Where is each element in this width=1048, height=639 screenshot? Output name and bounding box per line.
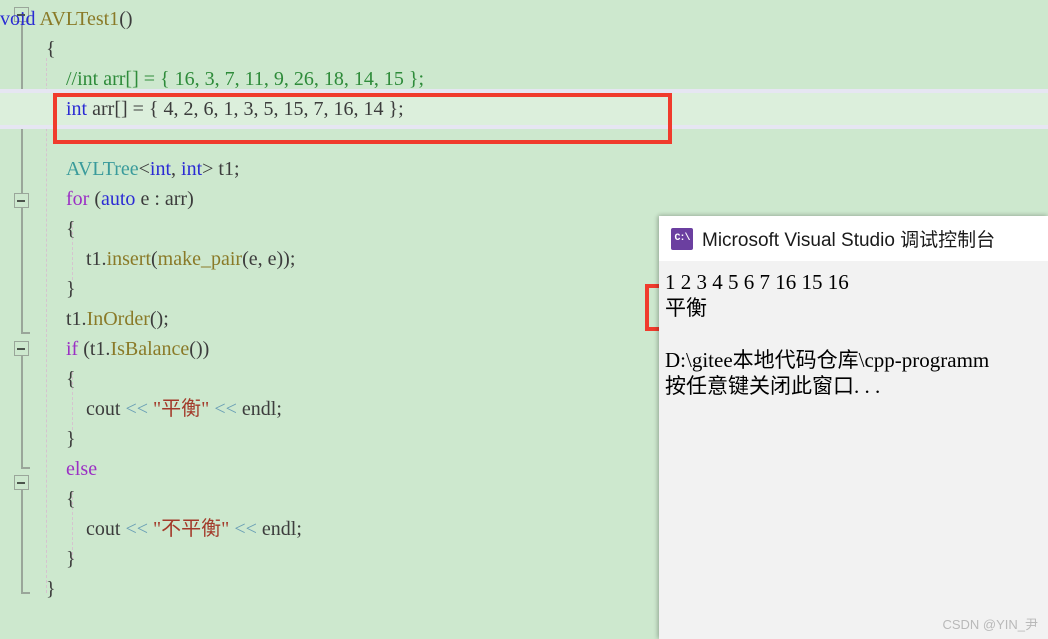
code-token: ()): [189, 338, 210, 360]
code-line[interactable]: //int arr[] = { 16, 3, 7, 11, 9, 26, 18,…: [0, 64, 1048, 94]
code-token: insert: [106, 248, 151, 270]
code-token: (e, e));: [242, 248, 296, 270]
code-line[interactable]: void AVLTest1(): [0, 4, 1048, 34]
code-token: t1.: [66, 308, 87, 330]
code-token: }: [66, 548, 76, 570]
code-token: <<: [125, 398, 148, 420]
code-token: (: [89, 188, 101, 210]
code-line[interactable]: AVLTree<int, int> t1;: [0, 154, 1048, 184]
code-token: > t1;: [202, 158, 240, 180]
code-token: {: [66, 368, 76, 390]
code-token: InOrder: [86, 308, 150, 330]
code-token: for: [66, 188, 90, 210]
code-token: (: [151, 248, 158, 270]
code-token: int: [66, 98, 88, 120]
code-token: <<: [214, 398, 237, 420]
code-token: if: [66, 338, 79, 360]
code-token: make_pair: [157, 248, 243, 270]
console-window[interactable]: C:\ Microsoft Visual Studio 调试控制台 1 2 3 …: [659, 216, 1048, 639]
code-token: {: [46, 38, 56, 60]
console-output[interactable]: 1 2 3 4 5 6 7 16 15 16 平衡 D:\gitee本地代码仓库\c…: [659, 261, 1048, 639]
code-token: "平衡": [148, 398, 215, 420]
code-token: <: [138, 158, 150, 180]
console-line: 按任意键关闭此窗口. . .: [665, 374, 881, 398]
code-token: else: [66, 458, 98, 480]
code-token: AVLTree: [66, 158, 139, 180]
code-token: ,: [171, 158, 182, 180]
code-token: endl;: [236, 398, 282, 420]
code-token: IsBalance: [110, 338, 190, 360]
code-token: (): [119, 8, 133, 30]
code-token: }: [46, 578, 56, 600]
watermark: CSDN @YIN_尹: [942, 617, 1038, 632]
code-token: //int arr[] = { 16, 3, 7, 11, 9, 26, 18,…: [66, 68, 425, 90]
code-token: <<: [125, 518, 148, 540]
code-token: (t1.: [78, 338, 111, 360]
code-token: AVLTest1: [39, 8, 120, 30]
code-token: cout: [86, 518, 126, 540]
code-line[interactable]: int arr[] = { 4, 2, 6, 1, 3, 5, 15, 7, 1…: [0, 94, 1048, 124]
code-token: }: [66, 278, 76, 300]
code-token: <<: [234, 518, 257, 540]
console-line: 1 2 3 4 5 6 7 16 15 16: [665, 270, 849, 294]
code-token: void: [0, 8, 40, 30]
code-line[interactable]: [0, 124, 1048, 154]
code-token: {: [66, 218, 76, 240]
code-line[interactable]: {: [0, 34, 1048, 64]
code-token: int: [181, 158, 203, 180]
code-token: int: [149, 158, 172, 180]
code-token: auto: [101, 188, 136, 210]
code-line[interactable]: for (auto e : arr): [0, 184, 1048, 214]
console-icon-glyph: C:\: [674, 232, 690, 244]
console-title: Microsoft Visual Studio 调试控制台: [702, 230, 996, 251]
console-line: D:\gitee本地代码仓库\cpp-programm: [665, 348, 990, 372]
console-line: 平衡: [665, 296, 707, 320]
code-token: "不平衡": [148, 518, 235, 540]
console-titlebar[interactable]: C:\ Microsoft Visual Studio 调试控制台: [659, 216, 1048, 261]
console-app-icon: C:\: [671, 227, 693, 250]
code-token: {: [66, 488, 76, 510]
code-token: endl;: [256, 518, 302, 540]
code-token: e : arr): [135, 188, 194, 210]
code-token: ();: [149, 308, 169, 330]
code-token: t1.: [86, 248, 107, 270]
code-token: }: [66, 428, 76, 450]
code-token: cout: [86, 398, 126, 420]
code-token: arr[] = { 4, 2, 6, 1, 3, 5, 15, 7, 16, 1…: [87, 98, 404, 120]
